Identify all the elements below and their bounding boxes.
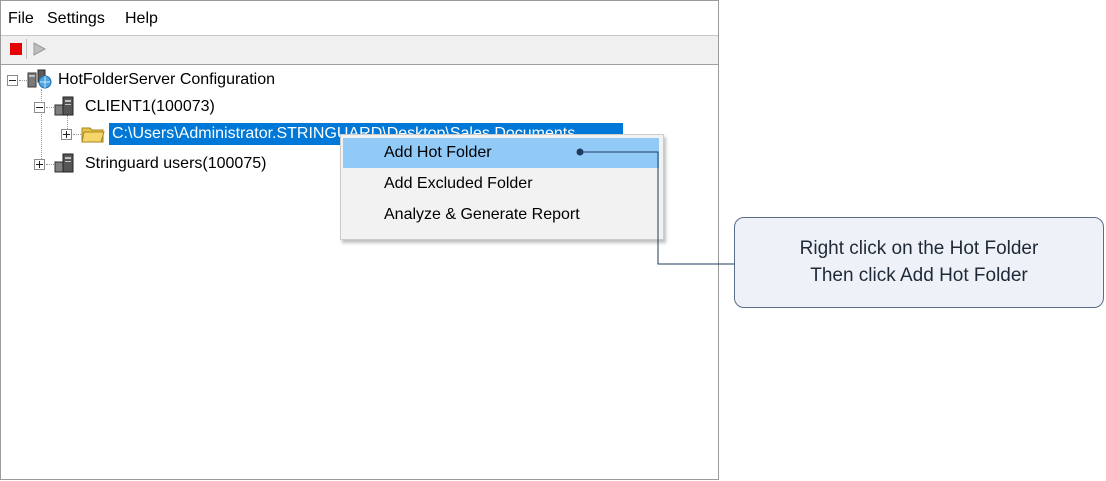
connector-line <box>580 151 735 265</box>
instruction-callout: Right click on the Hot Folder Then click… <box>734 217 1104 308</box>
callout-line-2: Then click Add Hot Folder <box>810 265 1028 286</box>
callout-line-1: Right click on the Hot Folder <box>799 238 1039 259</box>
